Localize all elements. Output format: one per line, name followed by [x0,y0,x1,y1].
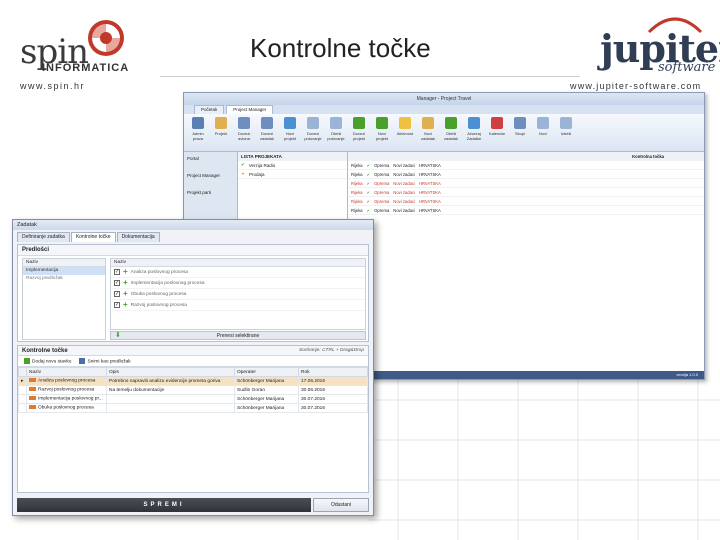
checkpoint-toolbar: Dodaj novu stavku Snimi kao predložak [18,356,368,367]
spin-url: www.spin.hr [20,81,86,91]
ribbon-button[interactable]: Izbriši [556,117,576,148]
save-template-button[interactable]: Snimi kao predložak [79,357,131,364]
table-row[interactable]: Razvoj poslovnog procesa Na temelju doku… [18,385,368,395]
jupiter-logo-sub: software [658,60,716,75]
spin-swirl-icon [88,20,124,56]
table-row[interactable]: Rijeka ✔ Oprema Novi zadaci HRVATSKA [348,161,704,170]
kontrolne-tocke-panel: Kontrolne točke Sortiranje: CTRL + Drag&… [17,345,369,493]
list-item[interactable]: Razvoj predložak [23,275,105,283]
ribbon-button[interactable]: Skupi [510,117,530,148]
tab-definiranje-zadatka[interactable]: Definiranje zadatka [17,232,70,242]
tag-icon [29,387,36,392]
checkbox[interactable]: ✓ [114,302,120,308]
predlosci-panel: Predlošci Naziv Implementacija Razvoj pr… [17,244,369,342]
ribbon-button[interactable]: Kalendar [487,117,507,148]
table-row[interactable]: Rijeka ✔ Oprema Novi zadaci HRVATSKA [348,179,704,188]
grid-header: Kontrolna točka [348,152,704,161]
add-icon [24,357,30,364]
ribbon-button[interactable]: Novi zadatak [418,117,438,148]
ribbon-button[interactable]: Dovezi aviona [234,117,254,148]
section-title: Kontrolne točke [22,348,68,354]
checkbox[interactable]: ✓ [114,291,120,297]
page-title: Kontrolne točke [250,33,431,63]
title-divider [160,76,580,77]
decorative-grid [368,380,720,540]
save-button[interactable]: SPREMI [17,498,311,512]
jupiter-url: www.jupiter-software.com [570,81,702,91]
task-grid: Kontrolna točka Rijeka ✔ Oprema Novi zadaci… [348,152,704,379]
ribbon-button[interactable]: Aktivnost [395,117,415,148]
spin-logo-sub: INFORMATICA [42,62,130,74]
list-item[interactable]: Implementacija [23,267,105,275]
kontrolne-tocke-header: Kontrolne točke Sortiranje: CTRL + Drag&… [18,346,368,356]
dialog-title: Zadatak [13,220,373,230]
column-header[interactable]: Opis [106,367,235,377]
checkbox[interactable]: ✓ [114,269,120,275]
table-row[interactable]: Obuka poslovnog procesa Schönberger Mari… [18,403,368,413]
ribbon-button[interactable]: Novi [533,117,553,148]
table-row[interactable]: Rijeka ✔ Oprema Novi zadaci HRVATSKA [348,188,704,197]
table-row[interactable]: Rijeka ✔ Oprema Novi zadaci HRVATSKA [348,206,704,215]
plus-icon: + [123,278,128,287]
plus-icon: + [123,267,128,276]
cancel-button[interactable]: Odustani [313,498,369,512]
tab-dokumentacija[interactable]: Dokumentacija [116,232,160,242]
tab-kontrolne-tocke[interactable]: Kontrolne točke [70,232,116,242]
list-item[interactable]: ✔ Verzija Radio [238,161,347,170]
checkpoint-table: Naziv Opis Operater Rok ▸ Analiza poslov… [18,367,368,413]
checkbox[interactable]: ✓ [114,280,120,286]
tag-icon [29,396,36,401]
ribbon-button[interactable]: Dovezi projekt [349,117,369,148]
window-title: Manager - Project Travel [184,93,704,105]
transfer-label: Prenesi selektirane [216,333,260,339]
nav-item[interactable]: Project Manager [187,173,234,178]
dialog-tabs: Definiranje zadatka Kontrolne točke Doku… [13,230,373,242]
table-row[interactable]: ▸ Analiza poslovnog procesa Potrebno nap… [18,376,368,386]
table-row[interactable]: Rijeka ✔ Oprema Novi zadaci HRVATSKA [348,170,704,179]
add-item-button[interactable]: Dodaj novu stavku [24,357,71,364]
sort-hint: Sortiranje: CTRL + Drag&Drop [298,348,364,353]
ribbon-button[interactable]: Novi projekt [372,117,392,148]
column-header: Naziv [111,259,365,267]
column-header[interactable]: Naziv [26,367,107,377]
template-list: Naziv Implementacija Razvoj predložak [22,258,106,340]
ribbon-button[interactable]: Novi projekt [280,117,300,148]
table-row[interactable]: Rijeka ✔ Oprema Novi zadaci HRVATSKA [348,197,704,206]
tab-pocetak[interactable]: Početak [194,105,225,114]
list-item[interactable]: ✓ + Implementacija poslovnog procesa [111,278,365,289]
nav-item[interactable]: Portal [187,156,234,161]
list-item[interactable]: ✓ + Analiza poslovnog procesa [111,267,365,278]
tag-icon [29,378,36,383]
ribbon-button[interactable]: Admin prava [188,117,208,148]
ribbon-button[interactable]: Dovezi zadatak [257,117,277,148]
row-pointer-icon: ▸ [18,376,27,386]
ribbon-button[interactable]: Obriši zadatak [441,117,461,148]
save-icon [79,357,86,364]
predlosci-header: Predlošci [18,245,368,256]
ribbon-button[interactable]: Projekt [211,117,231,148]
plus-icon: + [123,289,128,298]
column-header: Naziv [23,259,105,267]
list-item[interactable]: ✓ + Razvoj poslovnog procesa [111,300,365,311]
ribbon-button[interactable]: Obriši putovanje [326,117,346,148]
zadatak-dialog: Zadatak Definiranje zadatka Kontrolne to… [12,219,374,516]
column-header[interactable]: Rok [298,367,368,377]
template-items-list: Naziv ✓ + Analiza poslovnog procesa ✓ + Impl… [110,258,366,330]
column-header[interactable]: Operater [234,367,299,377]
project-list-header: LISTA PROJEKATA [238,152,347,161]
table-row[interactable]: Implementacija poslovnog pr... Schönberg… [18,394,368,404]
tag-icon [29,405,36,410]
transfer-selected-button[interactable]: ⬇ Prenesi selektirane [110,331,366,340]
list-item[interactable]: ★ Prodaja [238,170,347,179]
ribbon-tabs: Početak Project Manager [184,105,704,114]
nav-item[interactable]: Projekt parti [187,190,234,195]
tab-project-manager[interactable]: Project Manager [226,105,274,114]
table-header: Naziv Opis Operater Rok [18,367,368,377]
ribbon: Admin prava Projekt Dovezi aviona Dovezi… [184,114,704,152]
plus-icon: + [123,300,128,309]
arrow-down-icon: ⬇ [115,332,121,339]
ribbon-button[interactable]: Dovezi putovanje [303,117,323,148]
ribbon-button[interactable]: Ažuriraj Zadatke [464,117,484,148]
list-item[interactable]: ✓ + Obuka poslovnog procesa [111,289,365,300]
